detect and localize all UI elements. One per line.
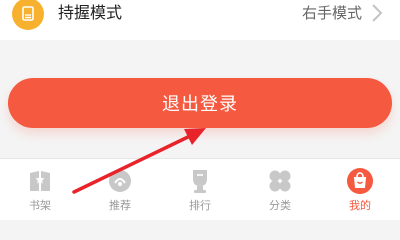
tab-bookshelf-label: 书架 xyxy=(29,199,51,212)
grip-mode-label: 持握模式 xyxy=(58,3,123,22)
logout-button[interactable]: 退出登录 xyxy=(8,78,392,128)
tab-recommend-label: 推荐 xyxy=(109,199,131,212)
grip-mode-value: 右手模式 xyxy=(301,4,362,22)
tab-bookshelf[interactable]: 书架 xyxy=(0,159,80,220)
bookshelf-icon xyxy=(30,171,50,191)
chevron-right-icon xyxy=(372,4,383,22)
tab-profile[interactable]: 我的 xyxy=(320,159,400,220)
recommend-icon xyxy=(109,170,131,192)
tab-category-label: 分类 xyxy=(269,199,291,212)
hand-grip-icon xyxy=(12,0,44,30)
tab-ranking[interactable]: 排行 xyxy=(160,159,240,220)
tab-ranking-label: 排行 xyxy=(189,199,211,212)
ranking-icon xyxy=(193,170,207,193)
profile-icon xyxy=(347,168,373,194)
category-icon xyxy=(269,170,291,192)
grip-mode-row[interactable]: 持握模式 右手模式 xyxy=(0,0,400,40)
tab-category[interactable]: 分类 xyxy=(240,159,320,220)
tab-profile-label: 我的 xyxy=(349,199,371,212)
bottom-tab-bar: 书架 推荐 排行 分类 我的 xyxy=(0,158,400,220)
tab-recommend[interactable]: 推荐 xyxy=(80,159,160,220)
